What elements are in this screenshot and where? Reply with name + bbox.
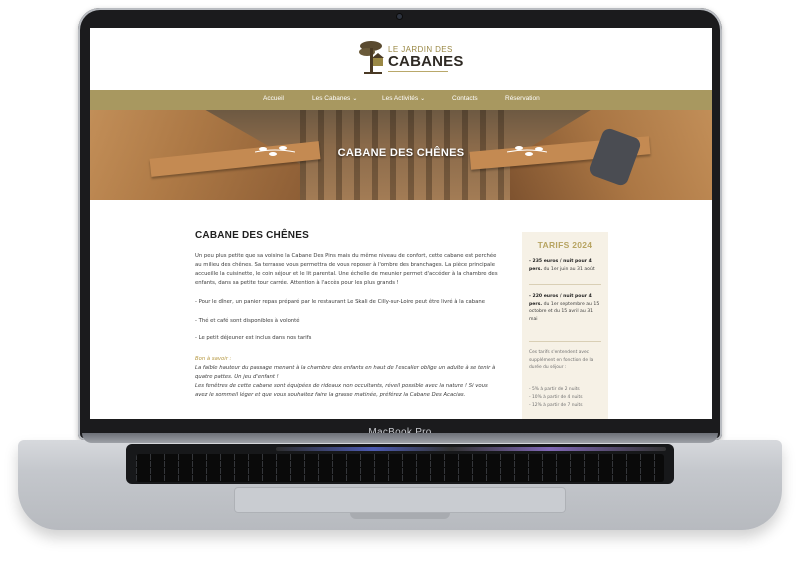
nav-item-accueil[interactable]: Accueil xyxy=(263,95,284,102)
laptop-lip xyxy=(350,513,450,519)
the-paragraph: - Thé et café sont disponibles à volonté xyxy=(195,318,300,324)
logo-text-line2: CABANES xyxy=(388,53,464,70)
nav-label: Contacts xyxy=(452,95,478,102)
tree-cabin-icon xyxy=(359,41,384,74)
keyboard-keys xyxy=(136,454,664,482)
nav-item-les-activites[interactable]: Les Activités ⌄ xyxy=(382,95,425,102)
site-logo[interactable]: LE JARDIN DES CABANES xyxy=(358,38,463,78)
camera-icon xyxy=(397,14,402,19)
laptop-frame: LE JARDIN DES CABANES Accueil Les Cabane… xyxy=(0,0,800,561)
page-title: CABANE DES CHÊNES xyxy=(195,230,309,241)
chevron-down-icon: ⌄ xyxy=(352,96,358,102)
intro-paragraph: Un peu plus petite que sa voisine la Cab… xyxy=(195,253,498,286)
tarifs-panel: TARIFS 2024 - 235 euros / nuit pour 4 pe… xyxy=(522,232,608,419)
bon-a-savoir-label: Bon à savoir : xyxy=(195,356,232,362)
nav-item-contacts[interactable]: Contacts xyxy=(452,95,478,102)
keyboard xyxy=(126,444,674,484)
divider xyxy=(529,284,601,285)
tarif-period: du 1er juin au 31 août xyxy=(542,266,595,272)
hero-title: CABANE DES CHÊNES xyxy=(337,147,465,159)
tarif-discount: - 5% à partir de 2 nuits xyxy=(529,387,580,392)
tarif-note: Ces tarifs s'entendent avec supplément e… xyxy=(529,350,594,370)
divider xyxy=(529,341,601,342)
nav-label: Réservation xyxy=(505,95,540,102)
nav-item-reservation[interactable]: Réservation xyxy=(505,95,540,102)
nav-label: Accueil xyxy=(263,95,284,102)
main-nav: Accueil Les Cabanes ⌄ Les Activités ⌄ Cont… xyxy=(90,90,712,110)
browser-screen: LE JARDIN DES CABANES Accueil Les Cabane… xyxy=(90,28,712,419)
main-content: CABANE DES CHÊNES Un peu plus petite que… xyxy=(90,200,712,419)
dejeuner-paragraph: - Le petit déjeuner est inclus dans nos … xyxy=(195,335,312,341)
site-header: LE JARDIN DES CABANES xyxy=(90,28,712,90)
trackpad xyxy=(234,487,566,513)
bon-a-savoir-text: La faible hauteur du passage menant à la… xyxy=(195,365,496,380)
bon-a-savoir-text-2: Les fenêtres de cette cabane sont équipé… xyxy=(195,383,488,398)
tarif-item: - 220 euros / nuit pour 4 pers. du 1er s… xyxy=(529,293,603,323)
chevron-down-icon: ⌄ xyxy=(420,96,426,102)
tarif-discount: - 12% à partir de 7 nuits xyxy=(529,403,583,408)
hero-banner: CABANE DES CHÊNES xyxy=(90,110,712,200)
nav-label: Les Cabanes xyxy=(312,95,351,102)
nav-item-les-cabanes[interactable]: Les Cabanes ⌄ xyxy=(312,95,357,102)
logo-divider xyxy=(388,71,448,72)
diner-paragraph: - Pour le dîner, un panier repas préparé… xyxy=(195,299,485,305)
tarif-item: - 235 euros / nuit pour 4 pers. du 1er j… xyxy=(529,258,603,273)
touch-bar xyxy=(276,447,666,451)
laptop-hinge xyxy=(82,433,718,443)
tarifs-title: TARIFS 2024 xyxy=(537,240,593,250)
nav-label: Les Activités xyxy=(382,95,419,102)
tarif-discount: - 10% à partir de 4 nuits xyxy=(529,395,583,400)
